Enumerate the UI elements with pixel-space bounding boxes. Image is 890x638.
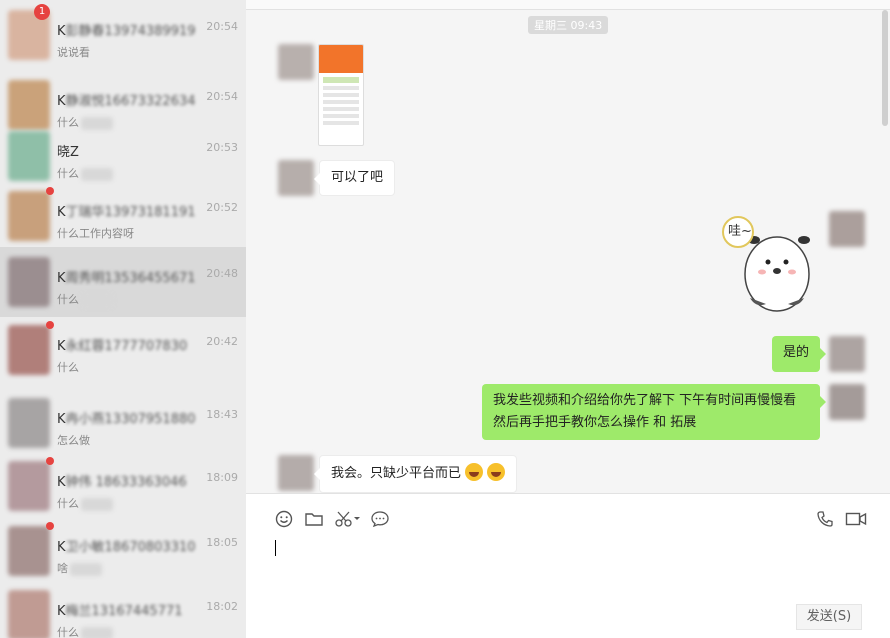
conversation-preview: 什么 [57, 291, 113, 307]
conversation-time: 20:54 [206, 90, 238, 103]
conversation-time: 18:43 [206, 408, 238, 421]
outgoing-message[interactable]: 我发些视频和介绍给你先了解下 下午有时间再慢慢看 然后再手把手教你怎么操作 和 … [482, 384, 826, 440]
avatar [8, 191, 50, 241]
unread-dot [46, 187, 54, 195]
laughing-emoji-icon [487, 463, 506, 481]
contact-avatar[interactable] [278, 160, 314, 196]
conversation-name: K冉小燕13307951880 [57, 412, 196, 427]
conversation-preview: 什么 [57, 624, 113, 638]
video-icon[interactable] [844, 508, 868, 530]
scrollbar-thumb[interactable] [882, 10, 888, 126]
conversation-time: 18:09 [206, 471, 238, 484]
my-avatar[interactable] [829, 211, 865, 247]
conversation-preview: 啥 [57, 560, 102, 576]
conversation-item[interactable]: K丁瑞华13973181191 20:52 什么工作内容呀 [0, 181, 246, 251]
conversation-preview: 什么 [57, 165, 113, 181]
conversation-name: K梅兰13167445771 [57, 604, 183, 619]
conversation-item[interactable]: K冉小燕13307951880 18:43 怎么做 [0, 388, 246, 458]
conversation-name: K彭静春13974389919 [57, 24, 196, 39]
laughing-emoji-icon [465, 463, 484, 481]
send-button[interactable]: 发送(S) [796, 604, 862, 630]
conversation-preview: 什么 [57, 495, 113, 511]
conversation-item-selected[interactable]: K周秀明13536455671 20:48 什么 [0, 247, 246, 317]
conversation-preview: 怎么做 [57, 434, 90, 447]
conversation-time: 18:05 [206, 536, 238, 549]
sticker-caption: 哇~ [728, 224, 752, 239]
conversation-item[interactable]: K卫小敏18670803310 18:05 啥 [0, 516, 246, 586]
conversation-time: 18:02 [206, 600, 238, 613]
incoming-message[interactable]: 我会。只缺少平台而已 [313, 455, 518, 493]
conversation-time: 20:48 [206, 267, 238, 280]
conversation-name: K钟伟 18633363046 [57, 475, 187, 490]
folder-icon[interactable] [303, 508, 325, 530]
contact-avatar[interactable] [278, 455, 314, 491]
conversation-item[interactable]: K钟伟 18633363046 18:09 什么 [0, 451, 246, 521]
phone-icon[interactable] [814, 508, 836, 530]
avatar [8, 131, 50, 181]
avatar [8, 590, 50, 638]
image-message[interactable] [318, 44, 364, 146]
conversation-item[interactable]: 1 K彭静春13974389919 20:54 说说看 [0, 0, 246, 70]
avatar [8, 325, 50, 375]
outgoing-message[interactable]: 是的 [771, 336, 827, 372]
conversation-preview: 说说看 [57, 46, 90, 59]
conversation-name: K永红蓉1777707830 [57, 339, 188, 354]
conversation-item[interactable]: K梅兰13167445771 18:02 什么 [0, 580, 246, 638]
conversation-list: 1 K彭静春13974389919 20:54 说说看 K静淑悦16673322… [0, 0, 246, 638]
conversation-name: 晓Z [57, 145, 79, 160]
avatar [8, 398, 50, 448]
conversation-item[interactable]: K永红蓉1777707830 20:42 什么 [0, 315, 246, 385]
avatar [8, 526, 50, 576]
conversation-name: K静淑悦16673322634 [57, 94, 196, 109]
text-caret [275, 540, 276, 556]
conversation-time: 20:54 [206, 20, 238, 33]
scissors-icon[interactable] [334, 508, 362, 530]
message-input-area[interactable]: 发送(S) [246, 493, 890, 638]
unread-dot [46, 321, 54, 329]
my-avatar[interactable] [829, 336, 865, 372]
chat-pane: 星期三 09:43 可以了吧 哇~ 是的 我发些视频和介绍给你先了解下 下午有时… [246, 0, 890, 638]
contact-avatar[interactable] [278, 44, 314, 80]
conversation-name: K卫小敏18670803310 [57, 540, 196, 555]
unread-dot [46, 522, 54, 530]
avatar [8, 461, 50, 511]
conversation-time: 20:53 [206, 141, 238, 154]
my-avatar[interactable] [829, 384, 865, 420]
conversation-preview: 什么 [57, 361, 79, 374]
message-timestamp: 星期三 09:43 [528, 16, 609, 34]
conversation-time: 20:42 [206, 335, 238, 348]
conversation-preview: 什么工作内容呀 [57, 227, 134, 240]
conversation-name: K丁瑞华13973181191 [57, 205, 196, 220]
chat-bubble-icon[interactable] [369, 508, 391, 530]
conversation-name: K周秀明13536455671 [57, 271, 196, 286]
unread-dot [46, 457, 54, 465]
unread-badge: 1 [34, 4, 50, 20]
sticker-message[interactable]: 哇~ [720, 210, 820, 314]
avatar [8, 257, 50, 307]
conversation-time: 20:52 [206, 201, 238, 214]
incoming-message[interactable]: 可以了吧 [313, 160, 396, 196]
chat-header [246, 0, 890, 10]
emoji-icon[interactable] [273, 508, 295, 530]
